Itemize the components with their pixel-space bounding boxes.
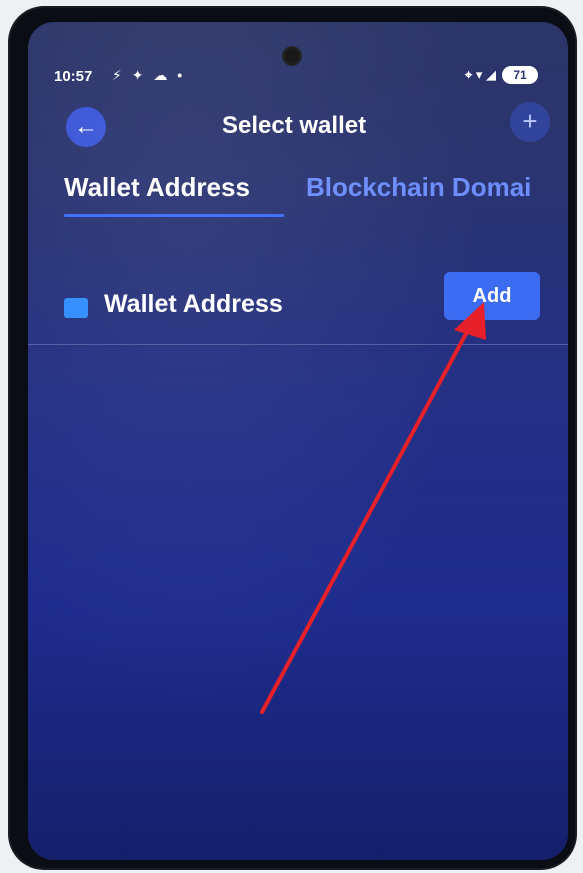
tab-bar: Wallet Address Blockchain Domai bbox=[52, 168, 568, 220]
status-bar: 10:57 ⚡ ✦ ☁ • ⌖ ▾ ◢ 71 bbox=[52, 66, 542, 90]
phone-frame: 10:57 ⚡ ✦ ☁ • ⌖ ▾ ◢ 71 ← Select wallet +… bbox=[10, 8, 575, 868]
phone-screen: 10:57 ⚡ ✦ ☁ • ⌖ ▾ ◢ 71 ← Select wallet +… bbox=[28, 22, 568, 860]
system-icons: ⌖ ▾ ◢ 71 bbox=[465, 66, 538, 84]
battery-icon: 71 bbox=[502, 66, 538, 84]
page-title: Select wallet bbox=[222, 112, 367, 139]
signal-icons: ⌖ ▾ ◢ bbox=[464, 67, 496, 82]
tab-wallet-address[interactable]: Wallet Address bbox=[64, 172, 250, 203]
header: ← Select wallet + bbox=[52, 102, 552, 152]
wallet-address-row: Wallet Address Add bbox=[52, 266, 564, 326]
add-button[interactable]: Add bbox=[444, 272, 540, 320]
wallet-icon bbox=[64, 298, 88, 318]
row-divider bbox=[28, 344, 568, 345]
status-time: 10:57 bbox=[54, 68, 93, 85]
photo-background: 10:57 ⚡ ✦ ☁ • ⌖ ▾ ◢ 71 ← Select wallet +… bbox=[0, 0, 583, 873]
back-arrow-icon[interactable]: ← bbox=[66, 107, 106, 147]
tab-blockchain-domains[interactable]: Blockchain Domai bbox=[306, 172, 531, 203]
notification-icons: ⚡ ✦ ☁ • bbox=[112, 67, 186, 83]
active-tab-indicator bbox=[64, 214, 284, 217]
wallet-address-label: Wallet Address bbox=[104, 290, 283, 318]
front-camera bbox=[282, 46, 302, 66]
plus-icon[interactable]: + bbox=[510, 102, 550, 142]
